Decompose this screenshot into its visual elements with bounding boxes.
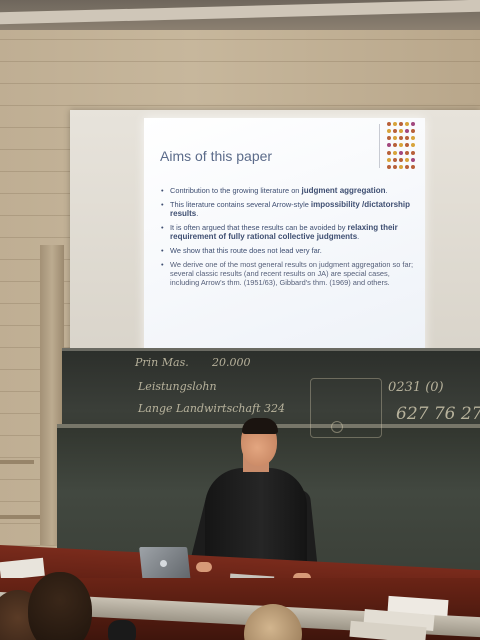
- slide-dot: [405, 150, 409, 155]
- chalk-writing: Lange Landwirtschaft 324: [138, 402, 286, 415]
- slide-dot: [393, 157, 397, 162]
- slide-divider: [379, 124, 380, 168]
- slide-dot: [399, 150, 403, 155]
- slide-dot: [411, 129, 415, 134]
- slide-bullet-list: Contribution to the growing literature o…: [160, 186, 415, 292]
- slide-dot: [411, 157, 415, 162]
- slide-dot: [399, 122, 403, 126]
- laptop-logo-icon: [160, 560, 167, 567]
- presenter-hair: [242, 418, 278, 434]
- slide-dot: [405, 136, 409, 141]
- audience-head: [28, 572, 92, 640]
- slide-dot: [387, 150, 391, 155]
- slide-bullet: Contribution to the growing literature o…: [160, 186, 415, 195]
- slide-dot: [405, 129, 409, 134]
- slide-dot: [399, 164, 403, 169]
- slide-dot: [411, 143, 415, 148]
- slide-dot: [411, 164, 415, 169]
- chalk-writing: 627 76 27: [396, 404, 480, 424]
- slide-dot: [399, 129, 403, 134]
- slide-dot-pattern-icon: [387, 122, 415, 170]
- slide-dot: [405, 157, 409, 162]
- slide-dot: [393, 122, 397, 126]
- slide-dot: [387, 157, 391, 162]
- slide-dot: [399, 143, 403, 148]
- slide-bullet: It is often argued that these results ca…: [160, 223, 415, 241]
- slide-dot: [411, 150, 415, 155]
- slide-dot: [393, 129, 397, 134]
- presenter-hand: [196, 562, 212, 572]
- chalk-sketch: [310, 378, 382, 438]
- slide-dot: [387, 143, 391, 148]
- slide-dot: [411, 122, 415, 126]
- wall-rail: [0, 515, 40, 519]
- slide-bullet: We show that this route does not lead ve…: [160, 246, 415, 255]
- slide-dot: [393, 143, 397, 148]
- slide-dot: [393, 150, 397, 155]
- slide-dot: [405, 143, 409, 148]
- slide-title: Aims of this paper: [160, 148, 273, 164]
- slide-dot: [411, 136, 415, 141]
- lecture-hall-photo: Aims of this paper Contribution to the g…: [0, 0, 480, 640]
- slide-dot: [387, 129, 391, 134]
- projected-slide: Aims of this paper Contribution to the g…: [144, 118, 425, 358]
- chalk-writing: 20.000: [212, 356, 251, 369]
- chalk-writing: Prin Mas.: [135, 356, 189, 369]
- slide-dot: [393, 136, 397, 141]
- chalk-writing: Leistungslohn: [138, 380, 217, 393]
- slide-bullet: We derive one of the most general result…: [160, 260, 415, 287]
- wall-rail: [0, 460, 34, 464]
- audience-head: [108, 620, 136, 640]
- slide-dot: [405, 164, 409, 169]
- slide-dot: [399, 157, 403, 162]
- slide-dot: [393, 164, 397, 169]
- slide-dot: [387, 164, 391, 169]
- chalk-writing: 0231 (0): [388, 380, 444, 395]
- slide-bullet: This literature contains several Arrow-s…: [160, 200, 415, 218]
- slide-dot: [387, 136, 391, 141]
- slide-dot: [387, 122, 391, 126]
- slide-dot: [399, 136, 403, 141]
- slide-dot: [405, 122, 409, 126]
